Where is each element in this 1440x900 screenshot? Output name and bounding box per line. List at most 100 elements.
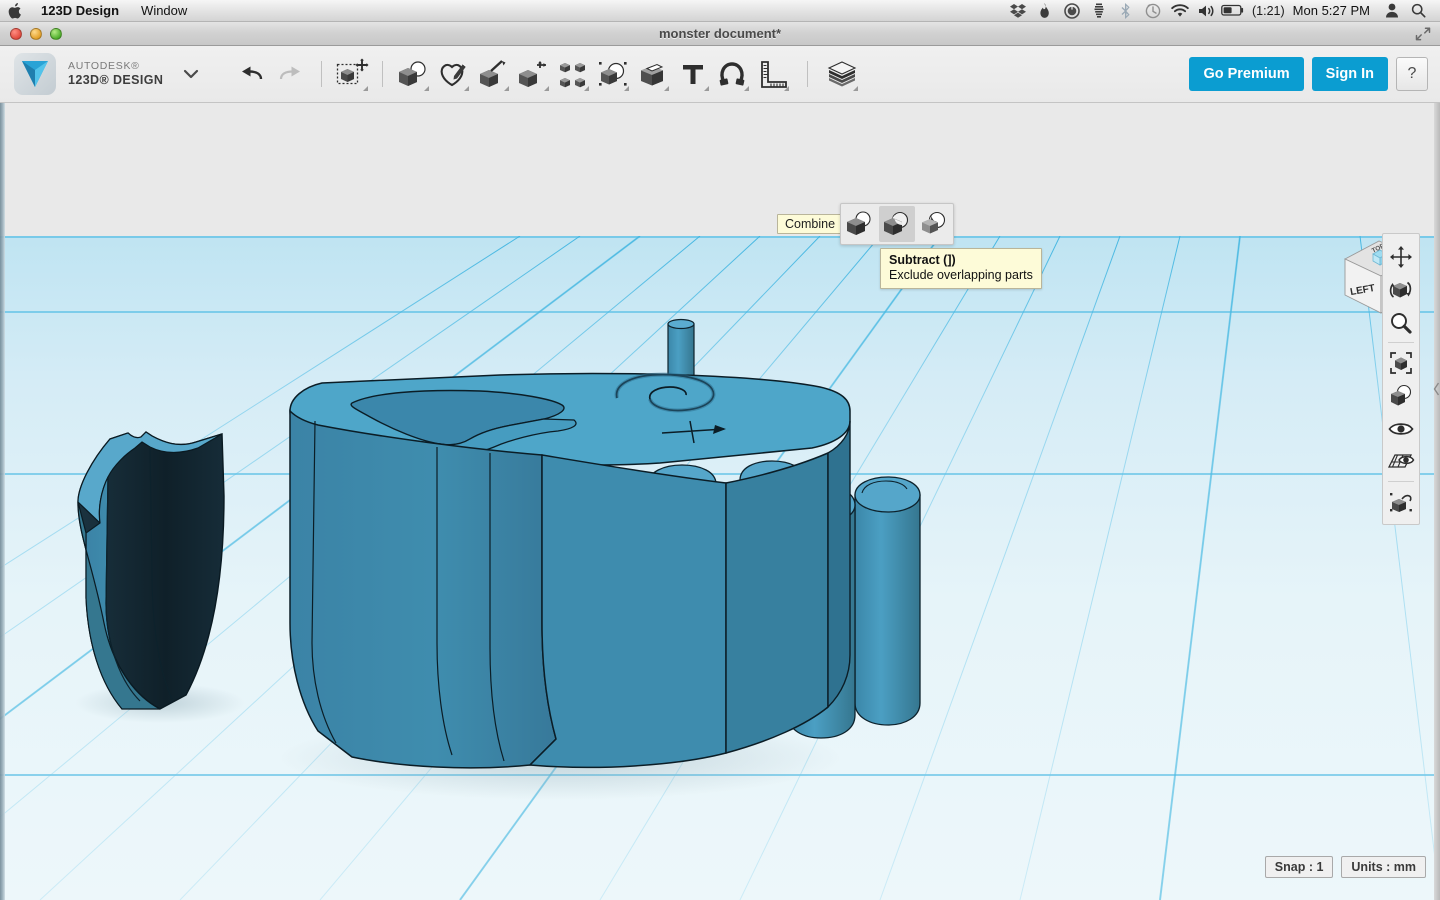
battery-icon[interactable] [1220,0,1246,22]
transform-button[interactable] [332,52,372,96]
wifi-icon[interactable] [1166,0,1193,22]
battery-health-icon[interactable] [1085,0,1112,22]
autodesk-123d-logo [14,53,56,95]
flyout-corner-indicator [544,86,549,91]
brand-company: AUTODESK® [68,60,163,72]
flyout-corner-indicator [424,86,429,91]
apple-menu[interactable] [0,3,30,19]
brand-product: 123D® DESIGN [68,73,163,88]
units-value[interactable]: Units : mm [1341,856,1426,878]
combine-solid-icon [638,60,668,88]
redo-button[interactable] [271,52,311,96]
grouping-button[interactable] [593,52,633,96]
battery-time-remaining: (1:21) [1246,4,1291,18]
3d-model-group[interactable] [0,103,1440,900]
search-icon[interactable] [1405,0,1432,22]
redo-arrow-icon [278,64,304,84]
snap-cube-icon [1388,490,1414,514]
flyout-corner-indicator [664,86,669,91]
status-bar: Snap : 1 Units : mm [1265,856,1426,878]
clock-dial-icon[interactable] [1058,0,1085,22]
text-button[interactable] [673,52,713,96]
flyout-corner-indicator [624,86,629,91]
brand-text: AUTODESK® 123D® DESIGN [68,60,163,87]
minimize-button[interactable] [30,28,42,40]
cylinder-4-body [855,495,920,725]
chevron-down-icon[interactable] [183,69,199,79]
menubar-clock[interactable]: Mon 5:27 PM [1291,3,1378,18]
nav-panel-collapse-handle[interactable] [1432,378,1440,400]
visibility-tool-button[interactable] [1385,412,1417,445]
grid-display-tool-button[interactable] [1385,445,1417,478]
snap-grid-tool-button[interactable] [1385,485,1417,518]
help-button[interactable]: ? [1396,57,1428,91]
material-button[interactable] [822,52,862,96]
zoom-button[interactable] [50,28,62,40]
snap-button[interactable] [713,52,753,96]
close-button[interactable] [10,28,22,40]
bluetooth-icon[interactable] [1112,0,1139,22]
fullscreen-icon[interactable] [1412,25,1434,43]
snap-value[interactable]: Snap : 1 [1265,856,1334,878]
3d-viewport[interactable]: Combine [0,103,1440,900]
flyout-corner-indicator [584,86,589,91]
nav-divider [1388,481,1414,482]
viewport-right-edge [1434,103,1440,900]
nav-divider [1388,342,1414,343]
user-icon[interactable] [1378,0,1405,22]
sketch-button[interactable] [433,52,473,96]
primitives-cube-icon [398,60,428,88]
flyout-corner-indicator [504,86,509,91]
menu-item-app-name[interactable]: 123D Design [30,0,130,21]
toolbar-icon-group [231,52,862,96]
time-machine-icon[interactable] [1139,0,1166,22]
pan-arrows-icon [1389,245,1413,269]
sketch-pencil-icon [438,60,468,88]
sign-in-button[interactable]: Sign In [1312,57,1388,91]
undo-arrow-icon [238,64,264,84]
zoom-tool-button[interactable] [1385,306,1417,339]
pan-tool-button[interactable] [1385,240,1417,273]
eye-icon [1388,420,1414,438]
shaded-view-tool-button[interactable] [1385,379,1417,412]
orbit-tool-button[interactable] [1385,273,1417,306]
measure-button[interactable] [753,52,793,96]
intersect-option-button[interactable] [917,206,952,242]
combine-cube-icon [598,60,628,88]
flyout-corner-indicator [363,86,368,91]
fit-tool-button[interactable] [1385,346,1417,379]
box-front-right-face [530,455,726,767]
primitives-button[interactable] [393,52,433,96]
window-controls [0,28,62,40]
orbit-cube-icon [1388,278,1414,302]
magnifier-icon [1390,312,1412,334]
volume-icon[interactable] [1193,0,1220,22]
menu-item-window[interactable]: Window [130,0,198,21]
modify-cube-icon [518,60,548,88]
undo-button[interactable] [231,52,271,96]
subtract-icon [883,211,911,237]
cylinder-4-top [855,477,920,512]
flyout-corner-indicator [744,86,749,91]
dropbox-icon[interactable] [1004,0,1031,22]
modify-button[interactable] [513,52,553,96]
toolbar-right-actions: Go Premium Sign In ? [1189,57,1440,91]
flyout-corner-indicator [784,86,789,91]
flame-icon[interactable] [1031,0,1058,22]
construct-button[interactable] [473,52,513,96]
ruler-icon [759,60,787,88]
combine-button[interactable] [633,52,673,96]
go-premium-button[interactable]: Go Premium [1189,57,1303,91]
left-fin-object[interactable] [78,432,224,709]
pin-top-cap [668,320,694,329]
combine-flyout-panel [840,203,954,245]
subtract-option-button[interactable] [879,206,914,242]
main-box-object[interactable] [290,374,850,768]
flyout-corner-indicator [853,86,858,91]
flyout-corner-indicator [704,86,709,91]
construct-cube-icon [478,60,508,88]
toolbar-separator [382,61,383,87]
brand-block[interactable]: AUTODESK® 123D® DESIGN [0,53,199,95]
pattern-button[interactable] [553,52,593,96]
merge-option-button[interactable] [842,206,877,242]
